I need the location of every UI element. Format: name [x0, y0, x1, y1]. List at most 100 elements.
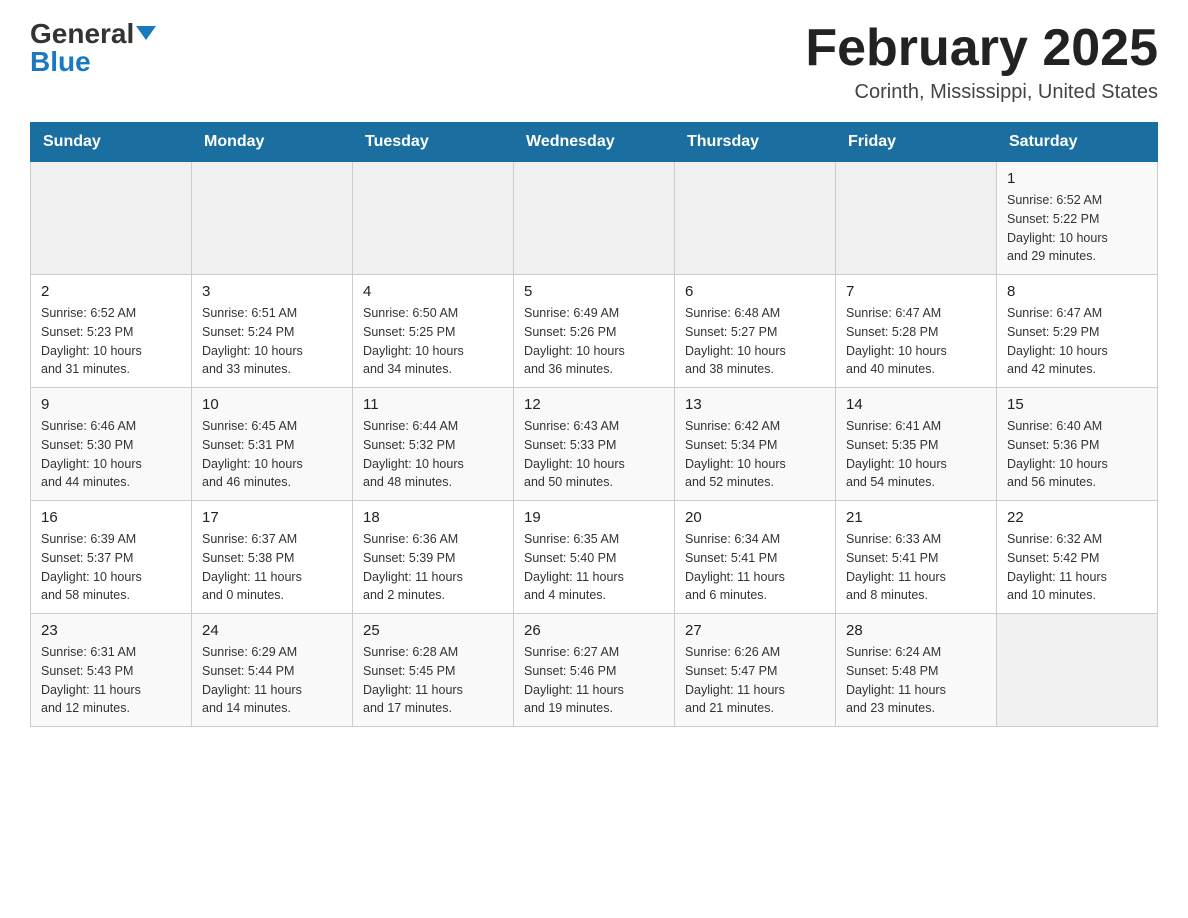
day-info: Sunrise: 6:27 AM Sunset: 5:46 PM Dayligh… [524, 643, 664, 718]
table-row: 10 Sunrise: 6:45 AM Sunset: 5:31 PM Dayli… [192, 388, 353, 501]
day-info: Sunrise: 6:32 AM Sunset: 5:42 PM Dayligh… [1007, 530, 1147, 605]
day-number: 9 [41, 396, 181, 413]
table-row: 18 Sunrise: 6:36 AM Sunset: 5:39 PM Dayli… [353, 501, 514, 614]
table-row: 13 Sunrise: 6:42 AM Sunset: 5:34 PM Dayli… [675, 388, 836, 501]
table-row: 21 Sunrise: 6:33 AM Sunset: 5:41 PM Dayli… [836, 501, 997, 614]
day-number: 28 [846, 622, 986, 639]
day-info: Sunrise: 6:50 AM Sunset: 5:25 PM Dayligh… [363, 304, 503, 379]
day-info: Sunrise: 6:52 AM Sunset: 5:23 PM Dayligh… [41, 304, 181, 379]
day-info: Sunrise: 6:33 AM Sunset: 5:41 PM Dayligh… [846, 530, 986, 605]
calendar-week-row: 16Sunrise: 6:39 AM Sunset: 5:37 PM Dayli… [31, 501, 1158, 614]
day-info: Sunrise: 6:52 AM Sunset: 5:22 PM Dayligh… [1007, 191, 1147, 266]
day-info: Sunrise: 6:37 AM Sunset: 5:38 PM Dayligh… [202, 530, 342, 605]
day-number: 10 [202, 396, 342, 413]
day-number: 21 [846, 509, 986, 526]
calendar-title: February 2025 [805, 20, 1158, 77]
table-row: 11Sunrise: 6:44 AM Sunset: 5:32 PM Dayli… [353, 388, 514, 501]
logo-general-text: General [30, 20, 134, 48]
day-number: 2 [41, 283, 181, 300]
day-number: 24 [202, 622, 342, 639]
logo-blue-text: Blue [30, 48, 91, 76]
day-info: Sunrise: 6:36 AM Sunset: 5:39 PM Dayligh… [363, 530, 503, 605]
day-number: 1 [1007, 170, 1147, 187]
day-number: 18 [363, 509, 503, 526]
logo-triangle-icon [136, 26, 156, 40]
day-info: Sunrise: 6:40 AM Sunset: 5:36 PM Dayligh… [1007, 417, 1147, 492]
day-number: 13 [685, 396, 825, 413]
day-number: 6 [685, 283, 825, 300]
calendar-table: Sunday Monday Tuesday Wednesday Thursday… [30, 122, 1158, 727]
day-number: 27 [685, 622, 825, 639]
table-row [675, 162, 836, 275]
day-number: 4 [363, 283, 503, 300]
day-info: Sunrise: 6:47 AM Sunset: 5:28 PM Dayligh… [846, 304, 986, 379]
col-wednesday: Wednesday [514, 123, 675, 162]
table-row [997, 614, 1158, 727]
calendar-week-row: 9 Sunrise: 6:46 AM Sunset: 5:30 PM Daylig… [31, 388, 1158, 501]
day-number: 23 [41, 622, 181, 639]
table-row: 28Sunrise: 6:24 AM Sunset: 5:48 PM Dayli… [836, 614, 997, 727]
table-row: 23 Sunrise: 6:31 AM Sunset: 5:43 PM Dayli… [31, 614, 192, 727]
day-number: 19 [524, 509, 664, 526]
day-number: 17 [202, 509, 342, 526]
table-row: 24 Sunrise: 6:29 AM Sunset: 5:44 PM Dayli… [192, 614, 353, 727]
day-info: Sunrise: 6:46 AM Sunset: 5:30 PM Dayligh… [41, 417, 181, 492]
table-row: 8 Sunrise: 6:47 AM Sunset: 5:29 PM Daylig… [997, 275, 1158, 388]
day-info: Sunrise: 6:31 AM Sunset: 5:43 PM Dayligh… [41, 643, 181, 718]
table-row: 12Sunrise: 6:43 AM Sunset: 5:33 PM Dayli… [514, 388, 675, 501]
table-row: 27 Sunrise: 6:26 AM Sunset: 5:47 PM Dayli… [675, 614, 836, 727]
title-block: February 2025 Corinth, Mississippi, Unit… [805, 20, 1158, 104]
day-info: Sunrise: 6:35 AM Sunset: 5:40 PM Dayligh… [524, 530, 664, 605]
table-row: 4 Sunrise: 6:50 AM Sunset: 5:25 PM Daylig… [353, 275, 514, 388]
table-row: 22 Sunrise: 6:32 AM Sunset: 5:42 PM Dayli… [997, 501, 1158, 614]
table-row [836, 162, 997, 275]
table-row: 25 Sunrise: 6:28 AM Sunset: 5:45 PM Dayli… [353, 614, 514, 727]
col-thursday: Thursday [675, 123, 836, 162]
col-monday: Monday [192, 123, 353, 162]
day-info: Sunrise: 6:29 AM Sunset: 5:44 PM Dayligh… [202, 643, 342, 718]
table-row: 1 Sunrise: 6:52 AM Sunset: 5:22 PM Daylig… [997, 162, 1158, 275]
day-number: 7 [846, 283, 986, 300]
day-number: 11 [363, 396, 503, 413]
table-row: 26 Sunrise: 6:27 AM Sunset: 5:46 PM Dayli… [514, 614, 675, 727]
table-row: 7 Sunrise: 6:47 AM Sunset: 5:28 PM Daylig… [836, 275, 997, 388]
logo: General Blue [30, 20, 156, 76]
day-number: 5 [524, 283, 664, 300]
table-row: 2 Sunrise: 6:52 AM Sunset: 5:23 PM Daylig… [31, 275, 192, 388]
day-number: 22 [1007, 509, 1147, 526]
day-number: 14 [846, 396, 986, 413]
day-info: Sunrise: 6:47 AM Sunset: 5:29 PM Dayligh… [1007, 304, 1147, 379]
day-info: Sunrise: 6:28 AM Sunset: 5:45 PM Dayligh… [363, 643, 503, 718]
table-row: 6 Sunrise: 6:48 AM Sunset: 5:27 PM Daylig… [675, 275, 836, 388]
table-row [353, 162, 514, 275]
calendar-week-row: 23 Sunrise: 6:31 AM Sunset: 5:43 PM Dayli… [31, 614, 1158, 727]
table-row: 15 Sunrise: 6:40 AM Sunset: 5:36 PM Dayli… [997, 388, 1158, 501]
table-row: 17 Sunrise: 6:37 AM Sunset: 5:38 PM Dayli… [192, 501, 353, 614]
day-number: 8 [1007, 283, 1147, 300]
col-friday: Friday [836, 123, 997, 162]
table-row: 19 Sunrise: 6:35 AM Sunset: 5:40 PM Dayli… [514, 501, 675, 614]
table-row: 20 Sunrise: 6:34 AM Sunset: 5:41 PM Dayli… [675, 501, 836, 614]
day-number: 26 [524, 622, 664, 639]
day-info: Sunrise: 6:51 AM Sunset: 5:24 PM Dayligh… [202, 304, 342, 379]
table-row [31, 162, 192, 275]
calendar-week-row: 2 Sunrise: 6:52 AM Sunset: 5:23 PM Daylig… [31, 275, 1158, 388]
table-row: 16Sunrise: 6:39 AM Sunset: 5:37 PM Dayli… [31, 501, 192, 614]
table-row: 5Sunrise: 6:49 AM Sunset: 5:26 PM Daylig… [514, 275, 675, 388]
day-number: 3 [202, 283, 342, 300]
day-info: Sunrise: 6:45 AM Sunset: 5:31 PM Dayligh… [202, 417, 342, 492]
day-info: Sunrise: 6:26 AM Sunset: 5:47 PM Dayligh… [685, 643, 825, 718]
table-row: 3 Sunrise: 6:51 AM Sunset: 5:24 PM Daylig… [192, 275, 353, 388]
table-row: 9 Sunrise: 6:46 AM Sunset: 5:30 PM Daylig… [31, 388, 192, 501]
day-number: 20 [685, 509, 825, 526]
calendar-week-row: 1 Sunrise: 6:52 AM Sunset: 5:22 PM Daylig… [31, 162, 1158, 275]
day-number: 25 [363, 622, 503, 639]
day-info: Sunrise: 6:48 AM Sunset: 5:27 PM Dayligh… [685, 304, 825, 379]
day-info: Sunrise: 6:34 AM Sunset: 5:41 PM Dayligh… [685, 530, 825, 605]
day-info: Sunrise: 6:42 AM Sunset: 5:34 PM Dayligh… [685, 417, 825, 492]
table-row: 14Sunrise: 6:41 AM Sunset: 5:35 PM Dayli… [836, 388, 997, 501]
table-row [514, 162, 675, 275]
day-number: 15 [1007, 396, 1147, 413]
calendar-header-row: Sunday Monday Tuesday Wednesday Thursday… [31, 123, 1158, 162]
col-tuesday: Tuesday [353, 123, 514, 162]
